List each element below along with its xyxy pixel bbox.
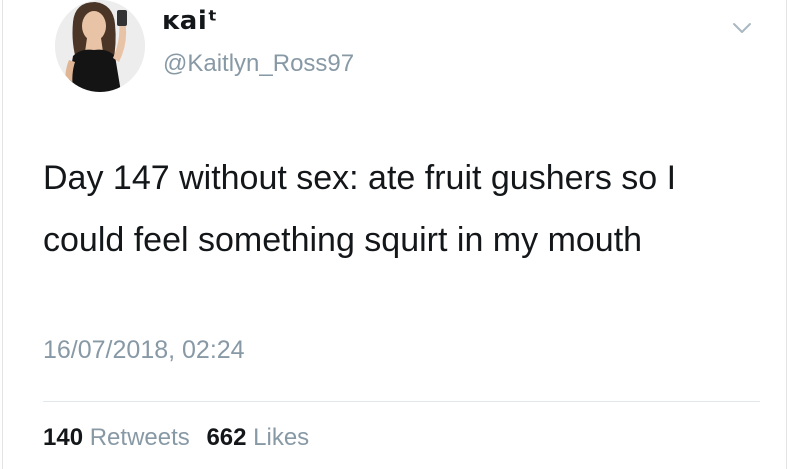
like-count: 662 [206, 424, 247, 451]
display-name[interactable]: ĸaiᵗ [162, 6, 218, 36]
tweet-text: Day 147 without sex: ate fruit gushers s… [43, 159, 677, 259]
likes-stat[interactable]: 662 Likes [206, 424, 309, 451]
chevron-down-icon[interactable] [730, 16, 754, 40]
user-handle[interactable]: @Kaitlyn_Ross97 [163, 50, 354, 78]
retweet-count: 140 [43, 424, 84, 451]
tweet-timestamp[interactable]: 16/07/2018, 02:24 [43, 336, 245, 365]
divider [43, 401, 760, 402]
avatar[interactable] [55, 0, 145, 92]
retweets-stat[interactable]: 140 Retweets [43, 424, 196, 451]
tweet-stats: 140 Retweets 662 Likes [43, 424, 319, 452]
like-label: Likes [253, 424, 310, 451]
profile-photo [55, 0, 145, 92]
tweet-card: ĸaiᵗ @Kaitlyn_Ross97 Day 147 without sex… [2, 0, 787, 469]
retweet-label: Retweets [89, 424, 190, 451]
